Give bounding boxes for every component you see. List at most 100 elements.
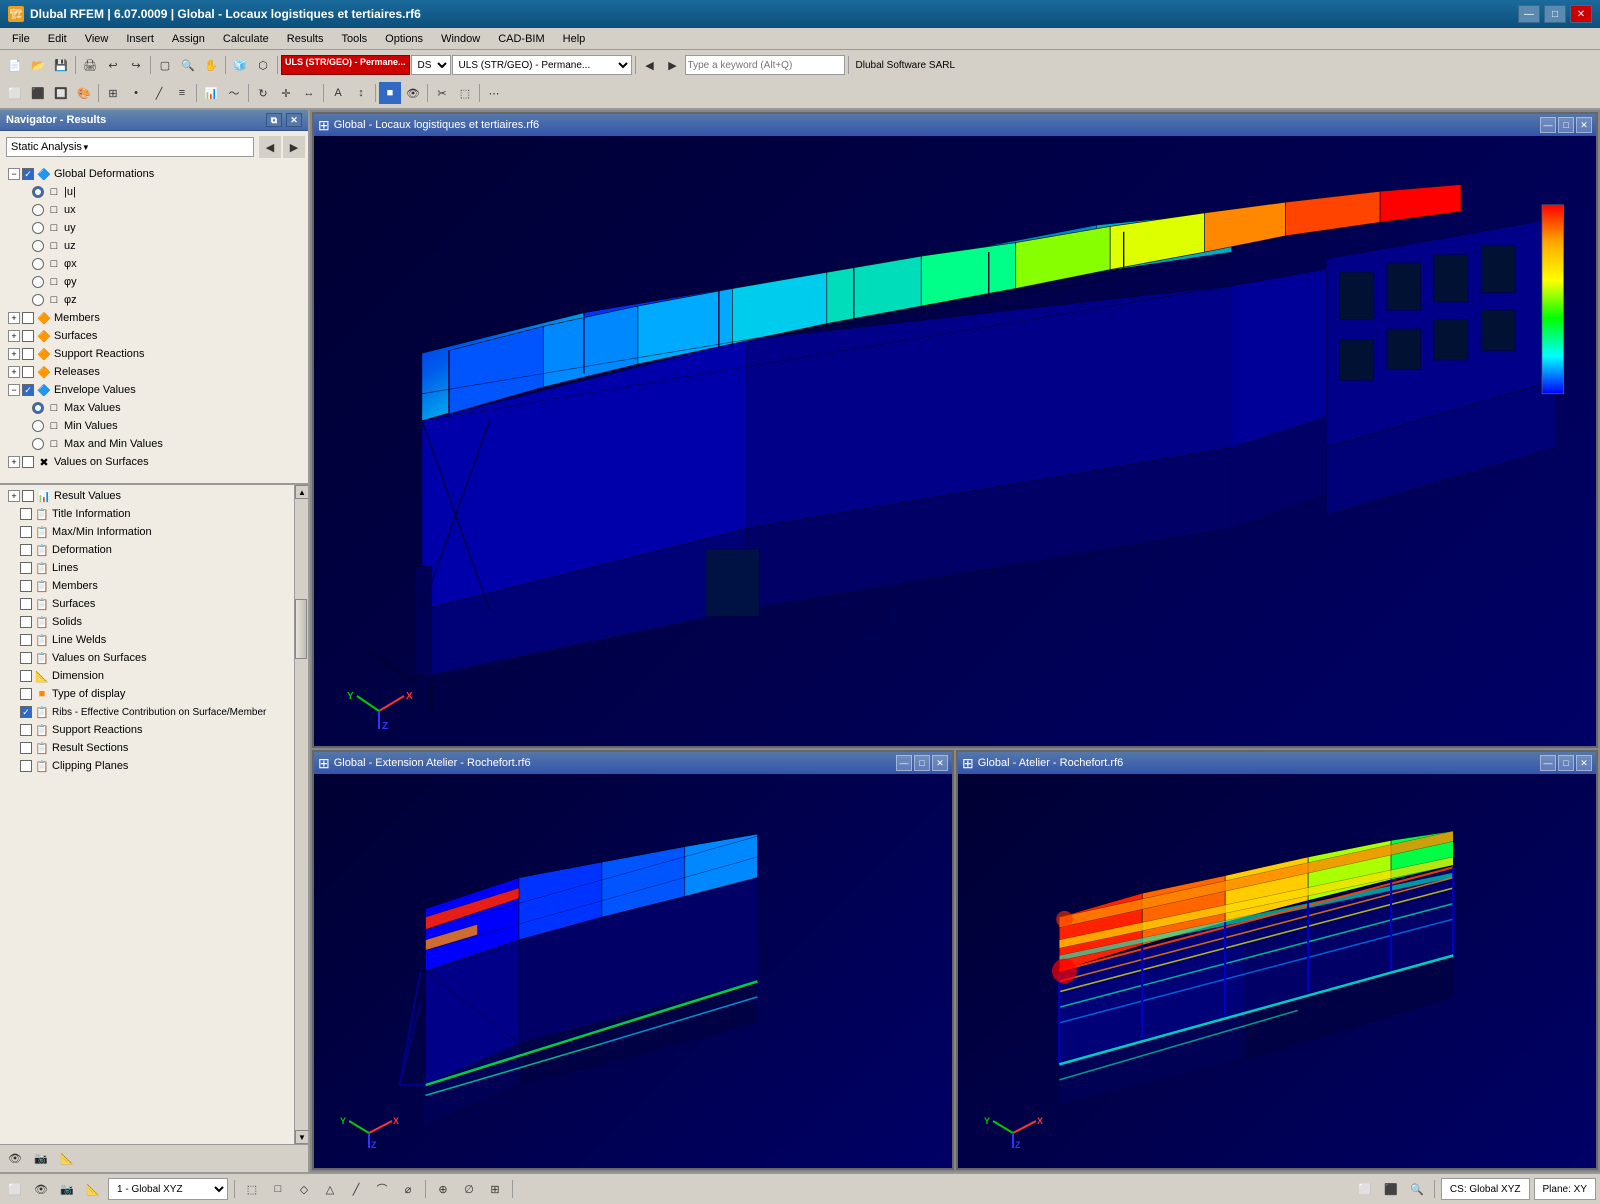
status-snap-3[interactable]: ⊞ <box>484 1178 506 1200</box>
tb2-results[interactable]: 📊 <box>200 82 222 104</box>
tb-new[interactable]: 📄 <box>4 54 26 76</box>
status-tb-7[interactable]: ⌀ <box>397 1178 419 1200</box>
tree-item-values-on-surfaces2[interactable]: 📋 Values on Surfaces <box>0 649 294 667</box>
checkbox-title-info[interactable] <box>20 508 32 520</box>
tree-item-phiy[interactable]: □ φy <box>0 273 308 291</box>
status-icon-3[interactable]: 📷 <box>56 1178 78 1200</box>
tree-item-line-welds[interactable]: 📋 Line Welds <box>0 631 294 649</box>
tb2-section[interactable]: ⬚ <box>454 82 476 104</box>
menu-view[interactable]: View <box>77 31 117 47</box>
status-tb-2[interactable]: □ <box>267 1178 289 1200</box>
tb-prev[interactable]: ◀ <box>639 54 661 76</box>
checkbox-members[interactable] <box>22 312 34 324</box>
tree-item-dimension[interactable]: 📐 Dimension <box>0 667 294 685</box>
tb2-lines[interactable]: ╱ <box>148 82 170 104</box>
menu-file[interactable]: File <box>4 31 38 47</box>
tb2-render[interactable]: 🎨 <box>73 82 95 104</box>
checkbox-members2[interactable] <box>20 580 32 592</box>
tree-item-surfaces2[interactable]: 📋 Surfaces <box>0 595 294 613</box>
menu-tools[interactable]: Tools <box>333 31 375 47</box>
radio-max-values[interactable] <box>32 402 44 414</box>
checkbox-ribs[interactable]: ✓ <box>20 706 32 718</box>
nav-header-controls[interactable]: ⧉ ✕ <box>266 113 302 127</box>
nav-tb-cam[interactable]: 📷 <box>30 1148 52 1170</box>
title-bar-controls[interactable]: — □ ✕ <box>1518 5 1592 23</box>
tb2-isolate[interactable]: 👁 <box>402 82 424 104</box>
radio-ux[interactable] <box>32 204 44 216</box>
tb-pan[interactable]: ✋ <box>200 54 222 76</box>
tree-item-max-values[interactable]: □ Max Values <box>0 399 308 417</box>
tb-search[interactable] <box>685 55 845 75</box>
minimize-button[interactable]: — <box>1518 5 1540 23</box>
checkbox-result-values[interactable] <box>22 490 34 502</box>
radio-min-values[interactable] <box>32 420 44 432</box>
close-button[interactable]: ✕ <box>1570 5 1592 23</box>
status-right-1[interactable]: ⬜ <box>1354 1178 1376 1200</box>
tb2-cut[interactable]: ✂ <box>431 82 453 104</box>
tb2-members[interactable]: ≡ <box>171 82 193 104</box>
tb-ds-combo[interactable]: DS1 <box>411 55 451 75</box>
checkbox-envelope-values[interactable]: ✓ <box>22 384 34 396</box>
checkbox-maxmin-info[interactable] <box>20 526 32 538</box>
status-snap-2[interactable]: ∅ <box>458 1178 480 1200</box>
checkbox-lines[interactable] <box>20 562 32 574</box>
tree-item-min-values[interactable]: □ Min Values <box>0 417 308 435</box>
tree-item-members[interactable]: + 🔶 Members <box>0 309 308 327</box>
tb-open[interactable]: 📂 <box>27 54 49 76</box>
tb-load-combo[interactable]: ULS (STR/GEO) - Permane... <box>452 55 632 75</box>
tb2-nodes[interactable]: • <box>125 82 147 104</box>
menu-edit[interactable]: Edit <box>40 31 75 47</box>
vp-top-controls[interactable]: — □ ✕ <box>1540 117 1592 133</box>
status-icon-4[interactable]: 📐 <box>82 1178 104 1200</box>
checkbox-support-reactions2[interactable] <box>20 724 32 736</box>
tree-item-values-on-surfaces[interactable]: + ✖ Values on Surfaces <box>0 453 308 471</box>
tb2-label[interactable]: A <box>327 82 349 104</box>
checkbox-line-welds[interactable] <box>20 634 32 646</box>
status-tb-5[interactable]: ╱ <box>345 1178 367 1200</box>
checkbox-clipping-planes[interactable] <box>20 760 32 772</box>
vp-br-minimize[interactable]: — <box>1540 755 1556 771</box>
expander-releases[interactable]: + <box>8 366 20 378</box>
tb-zoom[interactable]: 🔍 <box>177 54 199 76</box>
tb2-scale[interactable]: ↔ <box>298 82 320 104</box>
expander-support-reactions[interactable]: + <box>8 348 20 360</box>
maximize-button[interactable]: □ <box>1544 5 1566 23</box>
vp-bl-maximize[interactable]: □ <box>914 755 930 771</box>
nav-next-btn[interactable]: ▶ <box>283 136 305 158</box>
checkbox-result-sections[interactable] <box>20 742 32 754</box>
tree-item-u-abs[interactable]: □ |u| <box>0 183 308 201</box>
tb2-dim[interactable]: ↕ <box>350 82 372 104</box>
tree-item-result-sections[interactable]: 📋 Result Sections <box>0 739 294 757</box>
menu-calculate[interactable]: Calculate <box>215 31 277 47</box>
checkbox-global-deformations[interactable]: ✓ <box>22 168 34 180</box>
radio-phiy[interactable] <box>32 276 44 288</box>
viewport-br-view[interactable]: X Y Z <box>958 774 1596 1168</box>
vp-bl-minimize[interactable]: — <box>896 755 912 771</box>
expander-envelope-values[interactable]: − <box>8 384 20 396</box>
status-right-3[interactable]: 🔍 <box>1406 1178 1428 1200</box>
tree-item-type-display[interactable]: ■ Type of display <box>0 685 294 703</box>
nav-float-button[interactable]: ⧉ <box>266 113 282 127</box>
nav-tb-eye[interactable]: 👁 <box>4 1148 26 1170</box>
checkbox-support-reactions[interactable] <box>22 348 34 360</box>
radio-phix[interactable] <box>32 258 44 270</box>
menu-window[interactable]: Window <box>433 31 488 47</box>
checkbox-releases[interactable] <box>22 366 34 378</box>
vp-bl-controls[interactable]: — □ ✕ <box>896 755 948 771</box>
tb-print[interactable]: 🖨 <box>79 54 101 76</box>
tree-item-uy[interactable]: □ uy <box>0 219 308 237</box>
checkbox-dimension[interactable] <box>20 670 32 682</box>
tree-item-global-deformations[interactable]: − ✓ 🔷 Global Deformations <box>0 165 308 183</box>
tree-item-envelope-values[interactable]: − ✓ 🔷 Envelope Values <box>0 381 308 399</box>
status-tb-1[interactable]: ⬚ <box>241 1178 263 1200</box>
tb-wireframe[interactable]: ⬡ <box>252 54 274 76</box>
nav-close-button[interactable]: ✕ <box>286 113 302 127</box>
analysis-dropdown[interactable]: Static Analysis ▼ <box>6 137 254 157</box>
tb2-rotate[interactable]: ↻ <box>252 82 274 104</box>
tree-item-phix[interactable]: □ φx <box>0 255 308 273</box>
vp-top-minimize[interactable]: — <box>1540 117 1556 133</box>
radio-uy[interactable] <box>32 222 44 234</box>
tree-item-solids[interactable]: 📋 Solids <box>0 613 294 631</box>
expander-global-deformations[interactable]: − <box>8 168 20 180</box>
expander-values-on-surfaces[interactable]: + <box>8 456 20 468</box>
